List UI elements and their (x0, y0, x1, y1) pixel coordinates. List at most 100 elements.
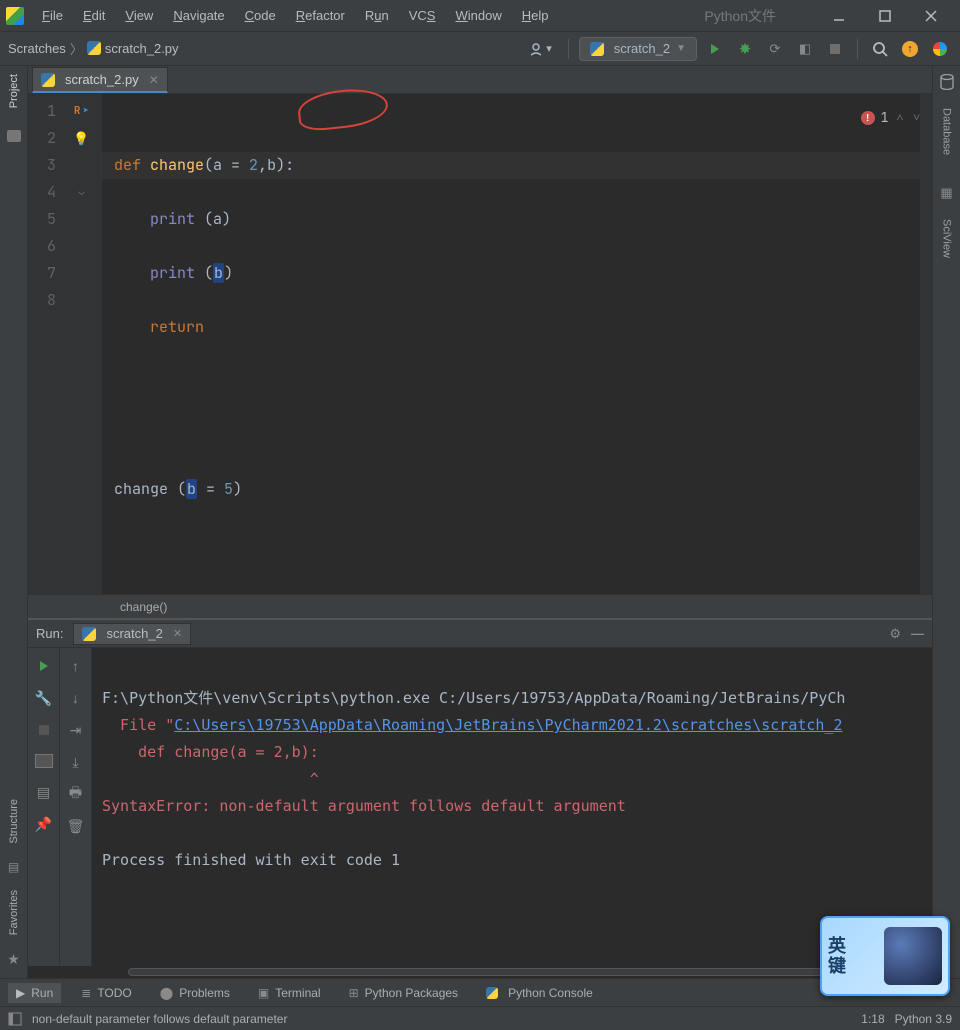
menu-code[interactable]: Code (237, 4, 284, 27)
ide-features-button[interactable] (928, 37, 952, 61)
menu-refactor[interactable]: Refactor (288, 4, 353, 27)
close-button[interactable] (908, 0, 954, 32)
clear-all-button[interactable]: 🗑 (68, 818, 84, 834)
breadcrumb-file[interactable]: scratch_2.py (87, 41, 179, 56)
project-tool-tab[interactable]: Project (8, 68, 20, 114)
favorites-tool-tab[interactable]: Favorites (8, 884, 20, 941)
close-tab-icon[interactable]: ✕ (149, 73, 159, 87)
close-icon[interactable]: ✕ (173, 627, 182, 640)
structure-icon[interactable]: ▤ (8, 860, 19, 874)
menu-navigate[interactable]: Navigate (165, 4, 232, 27)
run-tab-button[interactable]: ▶Run (8, 983, 61, 1003)
right-tool-strip: Database ▦ SciView (932, 66, 960, 978)
menu-help[interactable]: Help (514, 4, 557, 27)
run-with-coverage-button[interactable]: ⟳ (763, 37, 787, 61)
menu-vcs[interactable]: VCS (401, 4, 444, 27)
pycharm-logo-icon (6, 7, 24, 25)
inspection-widget[interactable]: ! 1 ˄ ˅ (861, 104, 922, 131)
search-everywhere-button[interactable] (868, 37, 892, 61)
line-number-gutter: 12345678 (28, 94, 62, 594)
restore-layout-button[interactable] (35, 754, 53, 768)
database-tool-tab[interactable]: Database (941, 108, 953, 155)
console-file-link[interactable]: C:\Users\19753\AppData\Roaming\JetBrains… (174, 716, 842, 734)
menu-file[interactable]: File (34, 4, 71, 27)
play-icon (40, 661, 48, 671)
run-configuration-dropdown[interactable]: scratch_2 ▼ (579, 37, 697, 61)
menu-edit[interactable]: Edit (75, 4, 113, 27)
layout-button[interactable]: ▤ (36, 784, 52, 800)
up-button[interactable]: ↑ (68, 658, 84, 674)
breadcrumb-root[interactable]: Scratches (8, 41, 66, 56)
minimize-button[interactable] (816, 0, 862, 32)
sciview-tool-tab[interactable]: SciView (941, 219, 953, 258)
modify-run-config-button[interactable]: 🔧 (36, 690, 52, 706)
project-name: Python文件 (704, 6, 776, 26)
terminal-icon: ▣ (258, 986, 269, 1000)
separator (568, 39, 569, 59)
stop-button[interactable] (36, 722, 52, 738)
prev-error-icon[interactable]: ˄ (894, 104, 905, 131)
pin-button[interactable]: 📌 (36, 816, 52, 832)
hide-button[interactable]: — (911, 626, 924, 641)
ide-update-button[interactable]: ↑ (898, 37, 922, 61)
add-configuration-button[interactable]: ▾ (524, 37, 558, 61)
down-button[interactable]: ↓ (68, 690, 84, 706)
gear-icon[interactable]: ⚙ (889, 626, 901, 642)
scroll-to-end-button[interactable]: ⤓ (68, 754, 84, 770)
run-tool-window: Run: scratch_2 ✕ ⚙ — 🔧 ▤ 📌 (28, 618, 932, 978)
run-tab[interactable]: scratch_2 ✕ (73, 623, 191, 645)
packages-tab-button[interactable]: ⊞Python Packages (341, 983, 466, 1003)
chevron-right-icon: 〉 (70, 39, 83, 58)
terminal-tab-button[interactable]: ▣Terminal (250, 983, 329, 1003)
run-console[interactable]: F:\Python文件\venv\Scripts\python.exe C:/U… (92, 648, 932, 966)
ime-indicator[interactable]: 英 键 (820, 916, 950, 996)
maximize-button[interactable] (862, 0, 908, 32)
profile-button[interactable]: ◧ (793, 37, 817, 61)
menu-window[interactable]: Window (447, 4, 509, 27)
print-button[interactable]: 🖶 (68, 786, 84, 802)
python-file-icon (41, 73, 55, 87)
run-primary-actions: 🔧 ▤ 📌 (28, 648, 60, 966)
database-icon[interactable] (939, 74, 955, 90)
todo-tab-button[interactable]: ≣TODO (73, 983, 140, 1003)
play-icon: ▶ (16, 986, 25, 1000)
fold-end-icon[interactable]: ⌄ (78, 179, 85, 206)
rerun-button[interactable] (36, 658, 52, 674)
editor-tab-scratch2[interactable]: scratch_2.py ✕ (32, 67, 168, 93)
menu-run[interactable]: Run (357, 4, 397, 27)
separator (857, 39, 858, 59)
play-icon (711, 44, 719, 54)
error-stripe[interactable] (920, 94, 932, 594)
run-tab-name: scratch_2 (106, 626, 162, 641)
problems-tab-button[interactable]: ⬤Problems (152, 983, 238, 1003)
folder-icon[interactable] (7, 130, 21, 142)
override-marker-icon[interactable]: ➤ (82, 98, 89, 125)
run-line-marker-icon[interactable]: R (74, 98, 81, 125)
tool-window-toggle-icon[interactable] (8, 1012, 22, 1026)
caret-position[interactable]: 1:18 (861, 1012, 884, 1026)
titlebar: File Edit View Navigate Code Refactor Ru… (0, 0, 960, 32)
breadcrumb[interactable]: Scratches 〉 scratch_2.py (8, 39, 516, 58)
stop-button[interactable] (823, 37, 847, 61)
python-icon (590, 42, 604, 56)
python-console-tab-button[interactable]: Python Console (478, 983, 601, 1003)
sciview-icon[interactable]: ▦ (939, 185, 955, 201)
run-body: 🔧 ▤ 📌 ↑ ↓ ⇥ ⤓ 🖶 🗑 F:\Python文件\venv\Scrip… (28, 648, 932, 966)
status-message: non-default parameter follows default pa… (32, 1012, 287, 1026)
python-interpreter[interactable]: Python 3.9 (895, 1012, 952, 1026)
window-controls (816, 0, 954, 32)
structure-tool-tab[interactable]: Structure (8, 793, 20, 850)
menu-view[interactable]: View (117, 4, 161, 27)
code-editor[interactable]: 12345678 R➤ 💡 ⌄ def change(a = 2,b): pri… (28, 94, 932, 594)
horizontal-scrollbar[interactable] (128, 968, 932, 976)
main-area: Project Structure ▤ Favorites ★ scratch_… (0, 66, 960, 978)
error-icon: ! (861, 111, 875, 125)
left-tool-strip: Project Structure ▤ Favorites ★ (0, 66, 28, 978)
console-exit: Process finished with exit code 1 (102, 851, 400, 869)
run-button[interactable] (703, 37, 727, 61)
code-content[interactable]: def change(a = 2,b): print (a) print (b)… (102, 94, 920, 594)
debug-button[interactable]: ✸ (733, 37, 757, 61)
intention-bulb-icon[interactable]: 💡 (73, 125, 89, 152)
soft-wrap-button[interactable]: ⇥ (68, 722, 84, 738)
star-icon[interactable]: ★ (7, 951, 20, 978)
